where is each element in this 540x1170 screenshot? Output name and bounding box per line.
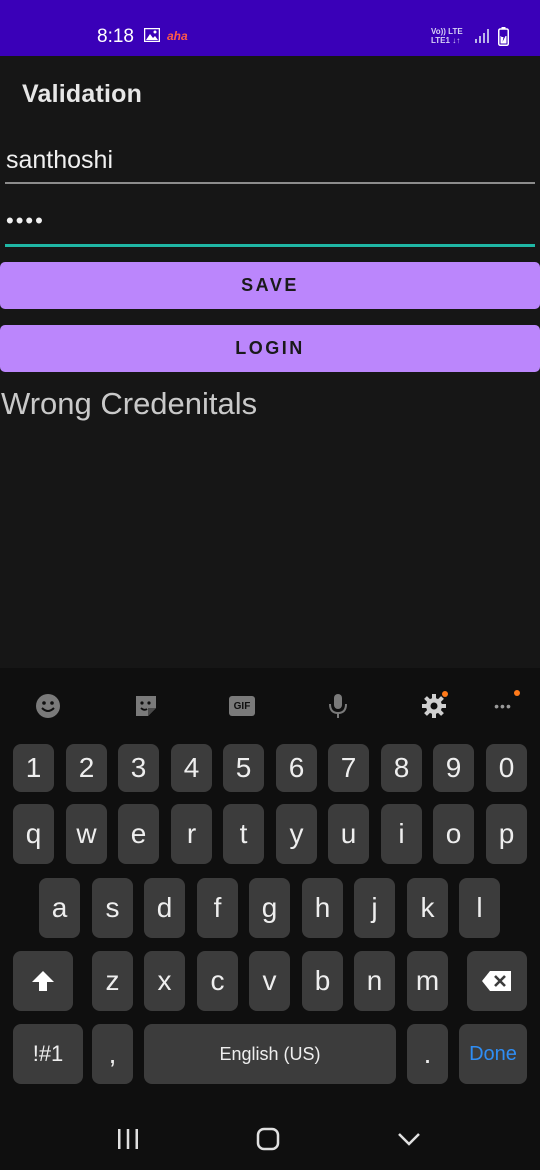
key-9[interactable]: 9 [433, 744, 474, 792]
more-icon[interactable]: ••• [486, 686, 520, 726]
key-y[interactable]: y [276, 804, 317, 864]
key-a[interactable]: a [39, 878, 80, 938]
shift-icon [32, 971, 54, 991]
home-icon[interactable] [248, 1120, 288, 1158]
back-icon[interactable] [389, 1120, 429, 1158]
status-bar: 8:18 aha Vo)) LTE LTE1 ↓↑ [0, 0, 540, 56]
key-p[interactable]: p [486, 804, 527, 864]
key-2[interactable]: 2 [66, 744, 107, 792]
comma-key[interactable]: , [92, 1024, 133, 1084]
login-button[interactable]: LOGIN [0, 325, 540, 372]
key-i[interactable]: i [381, 804, 422, 864]
key-3[interactable]: 3 [118, 744, 159, 792]
more-label: ••• [494, 698, 512, 714]
done-key[interactable]: Done [459, 1024, 527, 1084]
key-z[interactable]: z [92, 951, 133, 1011]
recents-icon[interactable] [108, 1120, 148, 1158]
key-4[interactable]: 4 [171, 744, 212, 792]
gif-label: GIF [229, 696, 255, 716]
period-key[interactable]: . [407, 1024, 448, 1084]
network-line-2: LTE1 ↓↑ [431, 36, 461, 45]
gif-icon[interactable]: GIF [226, 686, 258, 726]
shift-key[interactable] [13, 951, 73, 1011]
key-u[interactable]: u [328, 804, 369, 864]
key-n[interactable]: n [354, 951, 395, 1011]
key-k[interactable]: k [407, 878, 448, 938]
key-e[interactable]: e [118, 804, 159, 864]
key-r[interactable]: r [171, 804, 212, 864]
key-m[interactable]: m [407, 951, 448, 1011]
key-g[interactable]: g [249, 878, 290, 938]
network-line-1: Vo)) LTE [431, 27, 463, 36]
key-1[interactable]: 1 [13, 744, 54, 792]
symbols-key[interactable]: !#1 [13, 1024, 83, 1084]
emoji-icon[interactable] [32, 686, 64, 726]
key-f[interactable]: f [197, 878, 238, 938]
key-x[interactable]: x [144, 951, 185, 1011]
key-l[interactable]: l [459, 878, 500, 938]
username-value: santhoshi [6, 146, 114, 174]
key-c[interactable]: c [197, 951, 238, 1011]
settings-badge [442, 691, 448, 697]
error-message: Wrong Credenitals [1, 386, 258, 421]
key-j[interactable]: j [354, 878, 395, 938]
space-key[interactable]: English (US) [144, 1024, 396, 1084]
username-field[interactable]: santhoshi [5, 140, 535, 184]
signal-icon [475, 29, 489, 43]
password-field[interactable]: •••• [5, 202, 535, 247]
battery-icon [498, 27, 509, 46]
backspace-icon [482, 971, 511, 991]
key-s[interactable]: s [92, 878, 133, 938]
app-title: Validation [22, 80, 143, 108]
backspace-key[interactable] [467, 951, 527, 1011]
key-v[interactable]: v [249, 951, 290, 1011]
settings-icon[interactable] [418, 686, 450, 726]
key-b[interactable]: b [302, 951, 343, 1011]
key-7[interactable]: 7 [328, 744, 369, 792]
key-5[interactable]: 5 [223, 744, 264, 792]
key-o[interactable]: o [433, 804, 474, 864]
key-t[interactable]: t [223, 804, 264, 864]
key-8[interactable]: 8 [381, 744, 422, 792]
more-badge [514, 690, 520, 696]
status-time: 8:18 [97, 26, 134, 47]
aha-logo: aha [167, 29, 188, 43]
key-q[interactable]: q [13, 804, 54, 864]
gallery-icon [144, 28, 160, 42]
key-d[interactable]: d [144, 878, 185, 938]
key-0[interactable]: 0 [486, 744, 527, 792]
volte-lte-icon: Vo)) LTE LTE1 ↓↑ [431, 27, 463, 45]
key-w[interactable]: w [66, 804, 107, 864]
mic-icon[interactable] [322, 686, 354, 726]
key-h[interactable]: h [302, 878, 343, 938]
key-6[interactable]: 6 [276, 744, 317, 792]
save-button[interactable]: SAVE [0, 262, 540, 309]
sticker-icon[interactable] [130, 686, 162, 726]
password-value: •••• [6, 208, 45, 233]
